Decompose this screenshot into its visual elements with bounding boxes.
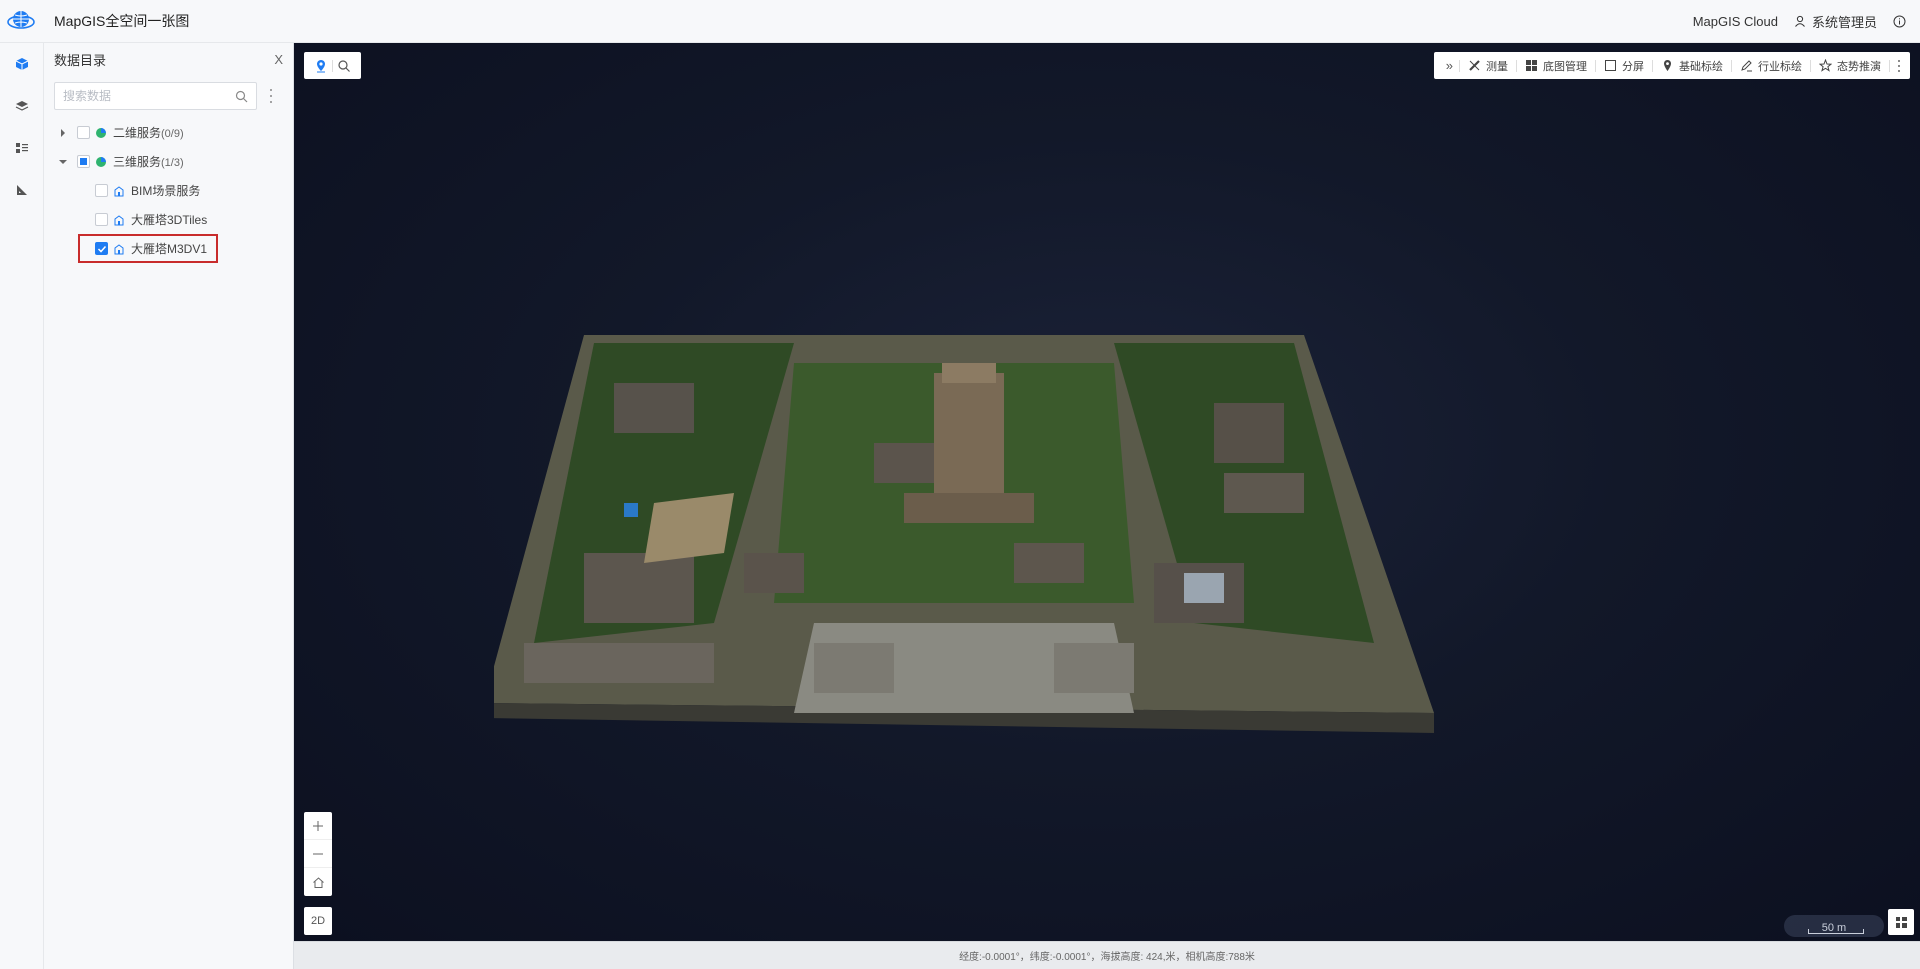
- layers-icon: [15, 101, 29, 111]
- map-viewport[interactable]: » 测量 底图管理 分屏 基础标绘 行业标绘 态势推演 2D 50 m: [294, 43, 1920, 941]
- info-icon[interactable]: [1893, 15, 1906, 28]
- checkbox-2d-services[interactable]: [77, 126, 90, 139]
- catalog-tree: 二维服务(0/9) 三维服务(1/3) BIM场景服务 大雁塔3DTiles 大…: [44, 118, 293, 263]
- brand-link[interactable]: MapGIS Cloud: [1693, 14, 1778, 29]
- zoom-controls: [304, 812, 332, 896]
- map-pin-icon: [1664, 60, 1671, 71]
- checkbox-3d-services[interactable]: [77, 155, 90, 168]
- coordinate-readout: 经度:-0.0001°，纬度:-0.0001°，海拔高度: 424,米，相机高度…: [959, 952, 1255, 963]
- checkbox-3dtiles[interactable]: [95, 213, 108, 226]
- basemap-manage-button[interactable]: 底图管理: [1517, 58, 1595, 74]
- caret-right-icon[interactable]: [58, 128, 68, 138]
- globe-logo-icon: [6, 6, 36, 36]
- split-screen-button[interactable]: 分屏: [1596, 58, 1652, 74]
- industry-mark-button[interactable]: 行业标绘: [1732, 58, 1810, 74]
- map-left-toolbar: [304, 52, 361, 79]
- overview-grid-button[interactable]: [1888, 909, 1914, 935]
- tree-node-label: BIM场景服务: [131, 184, 201, 198]
- pie-service-icon: [96, 156, 106, 167]
- rail-data-catalog[interactable]: [0, 43, 44, 85]
- pie-service-icon: [96, 127, 106, 138]
- home-view-button[interactable]: [304, 868, 332, 896]
- expand-toolbar-button[interactable]: »: [1440, 58, 1459, 73]
- measure-icon: [1469, 60, 1480, 71]
- rail-analysis[interactable]: [0, 169, 44, 211]
- search-icon[interactable]: [235, 90, 248, 103]
- home-icon: [312, 876, 324, 888]
- panel-title: 数据目录: [54, 52, 107, 68]
- search-input[interactable]: [55, 83, 256, 109]
- split-screen-icon: [1605, 60, 1616, 71]
- left-icon-rail: [0, 43, 44, 969]
- situation-deduction-button[interactable]: 态势推演: [1811, 58, 1889, 74]
- list-icon: [16, 143, 28, 153]
- tree-node-label: 大雁塔3DTiles: [131, 213, 208, 227]
- measure-button[interactable]: 测量: [1460, 58, 1516, 74]
- zoom-out-button[interactable]: [304, 840, 332, 868]
- plus-icon: [313, 820, 323, 831]
- data-catalog-panel: 数据目录 X 二维服务(0/9): [44, 43, 294, 969]
- user-menu[interactable]: 系统管理员: [1794, 12, 1877, 31]
- building-icon: [114, 185, 124, 196]
- tree-node-label: 三维服务(1/3): [113, 155, 184, 169]
- building-icon: [114, 214, 124, 225]
- user-icon: [1795, 15, 1805, 27]
- grid-icon: [1526, 60, 1537, 71]
- map-right-toolbar: » 测量 底图管理 分屏 基础标绘 行业标绘 态势推演: [1433, 52, 1910, 79]
- checkbox-bim-scene[interactable]: [95, 184, 108, 197]
- zoom-in-button[interactable]: [304, 812, 332, 840]
- cube-icon: [15, 58, 29, 70]
- toolbar-more-icon[interactable]: [1890, 59, 1904, 72]
- search-box: [54, 82, 257, 110]
- star-icon: [1819, 59, 1832, 72]
- toolbar-divider: [332, 59, 333, 72]
- 3d-model-scene: [494, 335, 1434, 733]
- tree-node-2d-services[interactable]: 二维服务(0/9): [44, 118, 293, 147]
- minus-icon: [313, 853, 323, 854]
- tree-node-label: 二维服务(0/9): [113, 126, 184, 140]
- search-icon[interactable]: [337, 59, 351, 73]
- more-options-icon[interactable]: [269, 89, 273, 103]
- user-name: 系统管理员: [1811, 14, 1877, 30]
- toggle-2d-button[interactable]: 2D: [304, 907, 332, 935]
- selection-highlight: [78, 234, 218, 263]
- app-header: MapGIS全空间一张图 MapGIS Cloud 系统管理员: [0, 0, 1920, 43]
- basic-mark-button[interactable]: 基础标绘: [1653, 58, 1731, 74]
- pencil-icon: [1741, 60, 1752, 72]
- tree-node-bim-scene[interactable]: BIM场景服务: [44, 176, 293, 205]
- app-title: MapGIS全空间一张图: [54, 13, 190, 29]
- rail-layers[interactable]: [0, 85, 44, 127]
- coordinate-status-bar: 经度:-0.0001°，纬度:-0.0001°，海拔高度: 424,米，相机高度…: [294, 941, 1920, 969]
- location-pin-icon[interactable]: [314, 59, 328, 73]
- grid-list-icon: [1895, 916, 1907, 928]
- ruler-icon: [17, 185, 27, 195]
- tree-node-3dtiles[interactable]: 大雁塔3DTiles: [44, 205, 293, 234]
- tree-node-3d-services[interactable]: 三维服务(1/3): [44, 147, 293, 176]
- caret-down-icon[interactable]: [58, 157, 68, 167]
- rail-legend[interactable]: [0, 127, 44, 169]
- scale-line: [1808, 929, 1864, 934]
- tree-node-m3dv1[interactable]: 大雁塔M3DV1: [44, 234, 293, 263]
- panel-close-button[interactable]: X: [274, 52, 283, 67]
- scale-bar: 50 m: [1784, 915, 1884, 937]
